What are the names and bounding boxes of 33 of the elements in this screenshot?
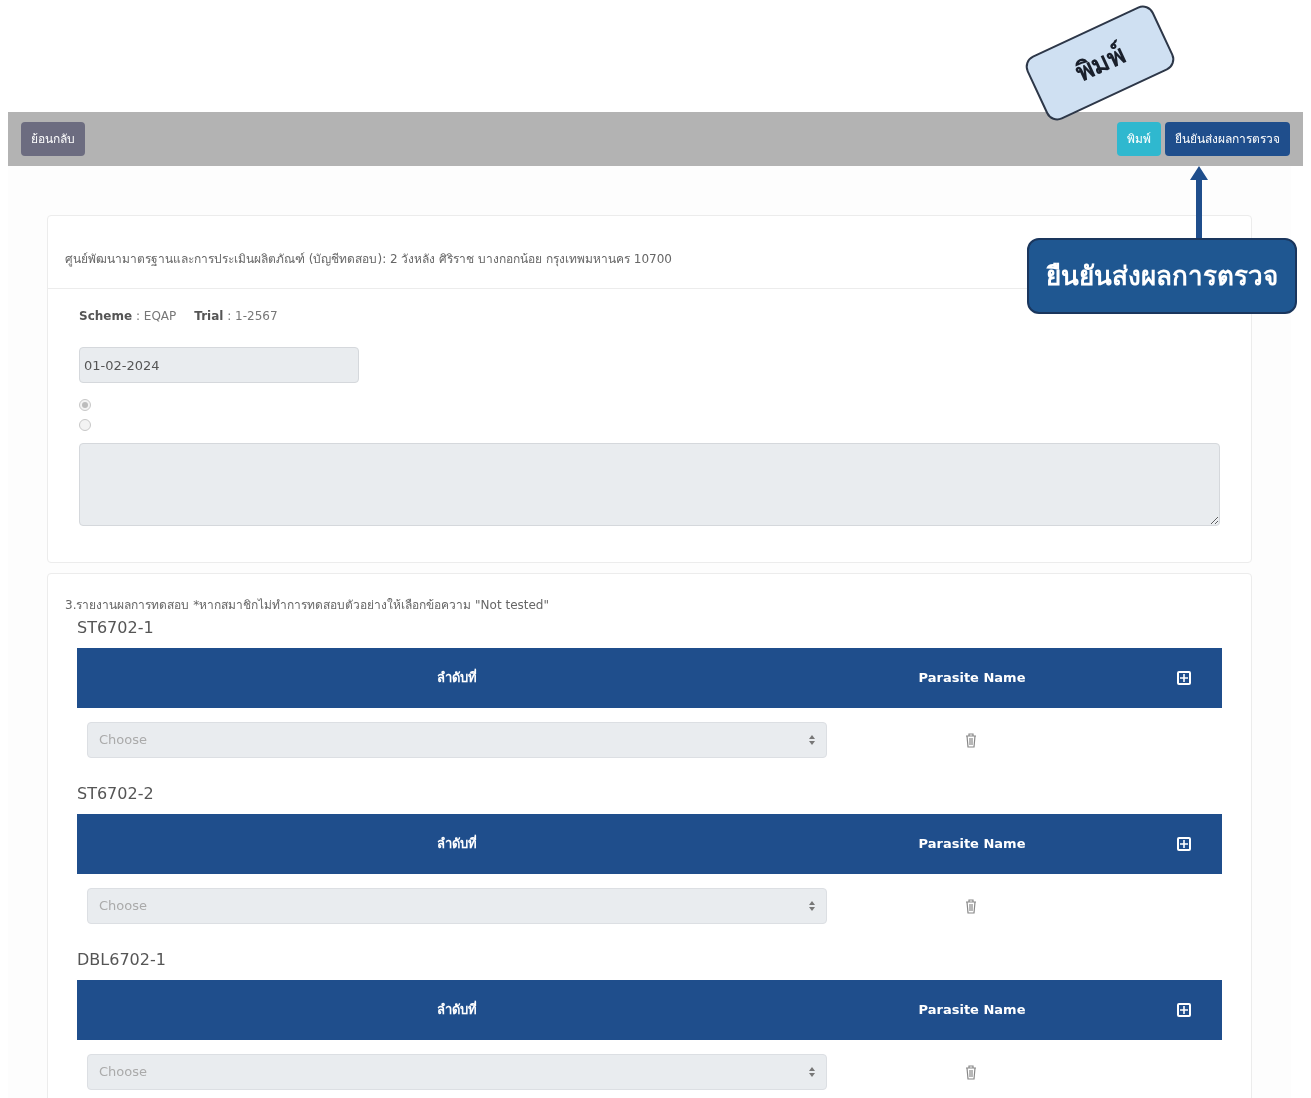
sample-code: DBL6702-1 <box>77 949 167 971</box>
select-field[interactable]: Choose <box>87 1054 827 1090</box>
sample-code: ST6702-2 <box>77 783 155 805</box>
address-text: ศูนย์พัฒนามาตรฐานและการประเมินผลิตภัณฑ์ (บัญชีทดสอบ): 2 วังหลัง ศิริราช บางกอกน้อย กรุงเทพมหานคร 10700 <box>65 252 672 266</box>
column-header: Parasite Name <box>917 835 1027 854</box>
sort-caret-icon <box>809 1067 815 1077</box>
up-arrow-icon <box>1189 166 1209 238</box>
callout-box: ยืนยันส่งผลการตรวจ <box>1027 238 1297 314</box>
add-row-icon[interactable] <box>1177 837 1191 851</box>
confirm-button[interactable]: ยืนยันส่งผลการตรวจ <box>1165 122 1290 156</box>
add-row-icon[interactable] <box>1177 1003 1191 1017</box>
column-header: ลำดับที่ <box>436 1000 478 1020</box>
radio-button[interactable] <box>79 399 91 411</box>
sort-caret-icon <box>809 901 815 911</box>
select-field[interactable]: Choose <box>87 722 827 758</box>
column-header: Parasite Name <box>917 669 1027 688</box>
add-row-icon[interactable] <box>1177 671 1191 685</box>
trash-icon[interactable] <box>965 732 977 748</box>
radio-button[interactable] <box>79 419 91 431</box>
trash-icon[interactable] <box>965 1064 977 1080</box>
results-heading: 3.รายงานผลการทดสอบ *หากสมาชิกไม่ทำการทดสอบตัวอย่างให้เลือกข้อความ "Not tested" <box>65 597 550 614</box>
trash-icon[interactable] <box>965 898 977 914</box>
print-button[interactable]: พิมพ์ <box>1117 122 1161 156</box>
column-header: Parasite Name <box>917 1001 1027 1020</box>
scheme-text: Scheme : EQAP <box>79 308 177 325</box>
column-header: ลำดับที่ <box>436 834 478 854</box>
select-field[interactable]: Choose <box>87 888 827 924</box>
trial-text: Trial : 1-2567 <box>194 308 278 325</box>
sample-code: ST6702-1 <box>77 617 155 639</box>
back-button[interactable]: ย้อนกลับ <box>21 122 85 156</box>
sort-caret-icon <box>809 735 815 745</box>
column-header: ลำดับที่ <box>436 668 478 688</box>
date-field[interactable]: 01-02-2024 <box>79 347 359 383</box>
